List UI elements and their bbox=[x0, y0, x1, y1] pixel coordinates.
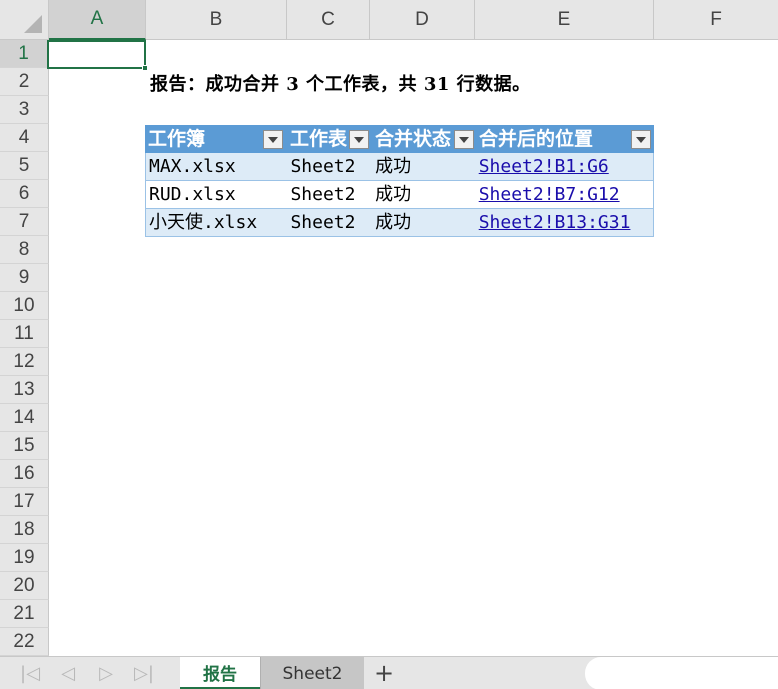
row-header-15[interactable]: 15 bbox=[0, 432, 49, 460]
column-header-d[interactable]: D bbox=[370, 0, 475, 40]
table-cell-worksheet[interactable]: Sheet2 bbox=[287, 209, 372, 237]
table-header-location[interactable]: 合并后的位置 bbox=[476, 125, 654, 153]
table-cell-workbook[interactable]: 小天使.xlsx bbox=[146, 209, 287, 237]
row-header-1[interactable]: 1 bbox=[0, 40, 49, 68]
row-header-7[interactable]: 7 bbox=[0, 208, 49, 236]
row-header-13[interactable]: 13 bbox=[0, 376, 49, 404]
filter-dropdown-icon[interactable] bbox=[349, 130, 369, 149]
column-header-c[interactable]: C bbox=[287, 0, 370, 40]
table-header-row: 工作簿 工作表 合并状态 合并后的位置 bbox=[145, 125, 654, 153]
next-sheet-icon[interactable]: ▷ bbox=[94, 661, 118, 685]
table-header-label: 工作簿 bbox=[148, 128, 206, 150]
row-header-3[interactable]: 3 bbox=[0, 96, 49, 124]
table-row: 小天使.xlsx Sheet2 成功 Sheet2!B13:G31 bbox=[145, 209, 654, 237]
fill-handle[interactable] bbox=[142, 65, 148, 71]
table-cell-workbook[interactable]: RUD.xlsx bbox=[146, 181, 287, 209]
table-header-worksheet[interactable]: 工作表 bbox=[287, 125, 372, 153]
active-cell-selection[interactable] bbox=[47, 40, 146, 69]
sheet-tab-bar: |◁ ◁ ▷ ▷| 报告 Sheet2 + bbox=[0, 656, 778, 689]
merge-result-table: 工作簿 工作表 合并状态 合并后的位置 MAX.xlsx Sheet2 成功 S… bbox=[145, 125, 654, 237]
table-cell-worksheet[interactable]: Sheet2 bbox=[287, 153, 372, 181]
table-row: RUD.xlsx Sheet2 成功 Sheet2!B7:G12 bbox=[145, 181, 654, 209]
row-header-12[interactable]: 12 bbox=[0, 348, 49, 376]
table-cell-status[interactable]: 成功 bbox=[372, 209, 476, 237]
table-cell-workbook[interactable]: MAX.xlsx bbox=[146, 153, 287, 181]
row-header-10[interactable]: 10 bbox=[0, 292, 49, 320]
table-header-label: 合并状态 bbox=[375, 128, 452, 150]
row-header-2[interactable]: 2 bbox=[0, 68, 49, 96]
chevron-down-icon bbox=[354, 136, 364, 143]
table-row: MAX.xlsx Sheet2 成功 Sheet2!B1:G6 bbox=[145, 153, 654, 181]
row-header-22[interactable]: 22 bbox=[0, 628, 49, 656]
report-summary-text[interactable]: 报告：成功合并 3 个工作表，共 31 行数据。 bbox=[150, 71, 531, 99]
table-header-label: 合并后的位置 bbox=[479, 128, 594, 150]
row-header-20[interactable]: 20 bbox=[0, 572, 49, 600]
first-sheet-icon[interactable]: |◁ bbox=[18, 661, 42, 685]
column-header-e[interactable]: E bbox=[475, 0, 654, 40]
chevron-down-icon bbox=[636, 136, 646, 143]
add-sheet-icon[interactable]: + bbox=[370, 659, 398, 687]
table-cell-worksheet[interactable]: Sheet2 bbox=[287, 181, 372, 209]
row-header-11[interactable]: 11 bbox=[0, 320, 49, 348]
table-cell-status[interactable]: 成功 bbox=[372, 153, 476, 181]
row-header-16[interactable]: 16 bbox=[0, 460, 49, 488]
row-header-19[interactable]: 19 bbox=[0, 544, 49, 572]
row-header-9[interactable]: 9 bbox=[0, 264, 49, 292]
table-header-status[interactable]: 合并状态 bbox=[372, 125, 476, 153]
row-header-14[interactable]: 14 bbox=[0, 404, 49, 432]
row-header-17[interactable]: 17 bbox=[0, 488, 49, 516]
select-all-triangle-icon bbox=[24, 15, 42, 33]
table-cell-location-link[interactable]: Sheet2!B13:G31 bbox=[476, 209, 653, 237]
tab-sheet2[interactable]: Sheet2 bbox=[260, 657, 364, 689]
filter-dropdown-icon[interactable] bbox=[454, 130, 474, 149]
column-header-b[interactable]: B bbox=[146, 0, 287, 40]
table-cell-location-link[interactable]: Sheet2!B7:G12 bbox=[476, 181, 653, 209]
row-header-6[interactable]: 6 bbox=[0, 180, 49, 208]
table-cell-status[interactable]: 成功 bbox=[372, 181, 476, 209]
tab-report[interactable]: 报告 bbox=[180, 657, 260, 689]
horizontal-scrollbar[interactable] bbox=[585, 657, 778, 689]
last-sheet-icon[interactable]: ▷| bbox=[132, 661, 156, 685]
row-header-5[interactable]: 5 bbox=[0, 152, 49, 180]
chevron-down-icon bbox=[459, 136, 469, 143]
select-all-corner[interactable] bbox=[0, 0, 49, 40]
table-header-workbook[interactable]: 工作簿 bbox=[145, 125, 287, 153]
chevron-down-icon bbox=[268, 136, 278, 143]
row-header-21[interactable]: 21 bbox=[0, 600, 49, 628]
filter-dropdown-icon[interactable] bbox=[263, 130, 283, 149]
column-header-a[interactable]: A bbox=[49, 0, 146, 40]
filter-dropdown-icon[interactable] bbox=[631, 130, 651, 149]
column-header-f[interactable]: F bbox=[654, 0, 778, 40]
prev-sheet-icon[interactable]: ◁ bbox=[56, 661, 80, 685]
table-cell-location-link[interactable]: Sheet2!B1:G6 bbox=[476, 153, 653, 181]
row-header-18[interactable]: 18 bbox=[0, 516, 49, 544]
table-header-label: 工作表 bbox=[290, 128, 348, 150]
row-header-4[interactable]: 4 bbox=[0, 124, 49, 152]
row-header-8[interactable]: 8 bbox=[0, 236, 49, 264]
